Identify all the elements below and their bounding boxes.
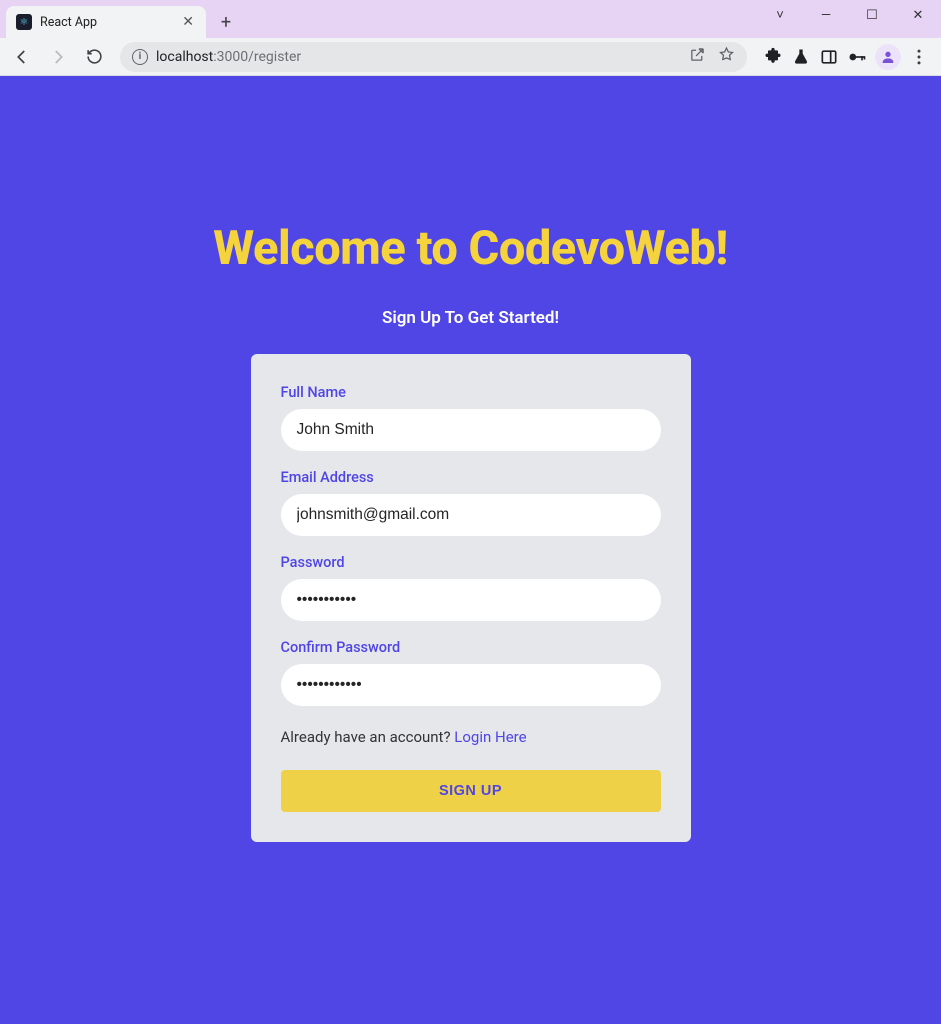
login-here-link[interactable]: Login Here xyxy=(454,728,526,746)
close-tab-icon[interactable]: ✕ xyxy=(180,12,196,32)
confirm-password-label: Confirm Password xyxy=(281,639,661,656)
password-label: Password xyxy=(281,554,661,571)
login-prompt: Already have an account? Login Here xyxy=(281,728,661,746)
password-input[interactable] xyxy=(281,579,661,621)
confirm-password-input[interactable] xyxy=(281,664,661,706)
tab-title: React App xyxy=(40,15,97,30)
react-favicon: ⚛ xyxy=(16,14,32,30)
browser-toolbar: i localhost:3000/register xyxy=(0,38,941,76)
forward-button[interactable] xyxy=(42,41,74,73)
fullname-label: Full Name xyxy=(281,384,661,401)
email-label: Email Address xyxy=(281,469,661,486)
extensions-puzzle-icon[interactable] xyxy=(763,47,783,67)
maximize-window-icon[interactable]: ☐ xyxy=(849,0,895,30)
share-icon[interactable] xyxy=(689,46,706,67)
chevron-down-icon[interactable]: ˅ xyxy=(757,0,803,30)
minimize-window-icon[interactable]: — xyxy=(803,0,849,30)
browser-titlebar: ⚛ React App ✕ + ˅ — ☐ ✕ xyxy=(0,0,941,38)
sidepanel-icon[interactable] xyxy=(819,47,839,67)
email-input[interactable] xyxy=(281,494,661,536)
key-icon[interactable] xyxy=(847,47,867,67)
profile-avatar[interactable] xyxy=(875,44,901,70)
reload-button[interactable] xyxy=(78,41,110,73)
address-bar[interactable]: i localhost:3000/register xyxy=(120,42,747,72)
browser-tab[interactable]: ⚛ React App ✕ xyxy=(6,6,206,38)
back-button[interactable] xyxy=(6,41,38,73)
login-prompt-text: Already have an account? xyxy=(281,728,455,746)
site-info-icon[interactable]: i xyxy=(132,49,148,65)
close-window-icon[interactable]: ✕ xyxy=(895,0,941,30)
signup-card: Full Name Email Address Password Confirm… xyxy=(251,354,691,842)
new-tab-button[interactable]: + xyxy=(212,8,240,36)
signup-button[interactable]: SIGN UP xyxy=(281,770,661,812)
email-field: Email Address xyxy=(281,469,661,536)
kebab-menu-icon[interactable] xyxy=(909,47,929,67)
chrome-actions xyxy=(757,44,935,70)
page-subtitle: Sign Up To Get Started! xyxy=(0,308,941,328)
page-title: Welcome to CodevoWeb! xyxy=(0,221,941,276)
hero: Welcome to CodevoWeb! Sign Up To Get Sta… xyxy=(0,76,941,328)
password-field: Password xyxy=(281,554,661,621)
page-body: Welcome to CodevoWeb! Sign Up To Get Sta… xyxy=(0,76,941,1024)
confirm-password-field: Confirm Password xyxy=(281,639,661,706)
labs-flask-icon[interactable] xyxy=(791,47,811,67)
fullname-field: Full Name xyxy=(281,384,661,451)
fullname-input[interactable] xyxy=(281,409,661,451)
window-controls: ˅ — ☐ ✕ xyxy=(757,0,941,30)
url-text: localhost:3000/register xyxy=(156,49,681,65)
bookmark-star-icon[interactable] xyxy=(718,46,735,67)
